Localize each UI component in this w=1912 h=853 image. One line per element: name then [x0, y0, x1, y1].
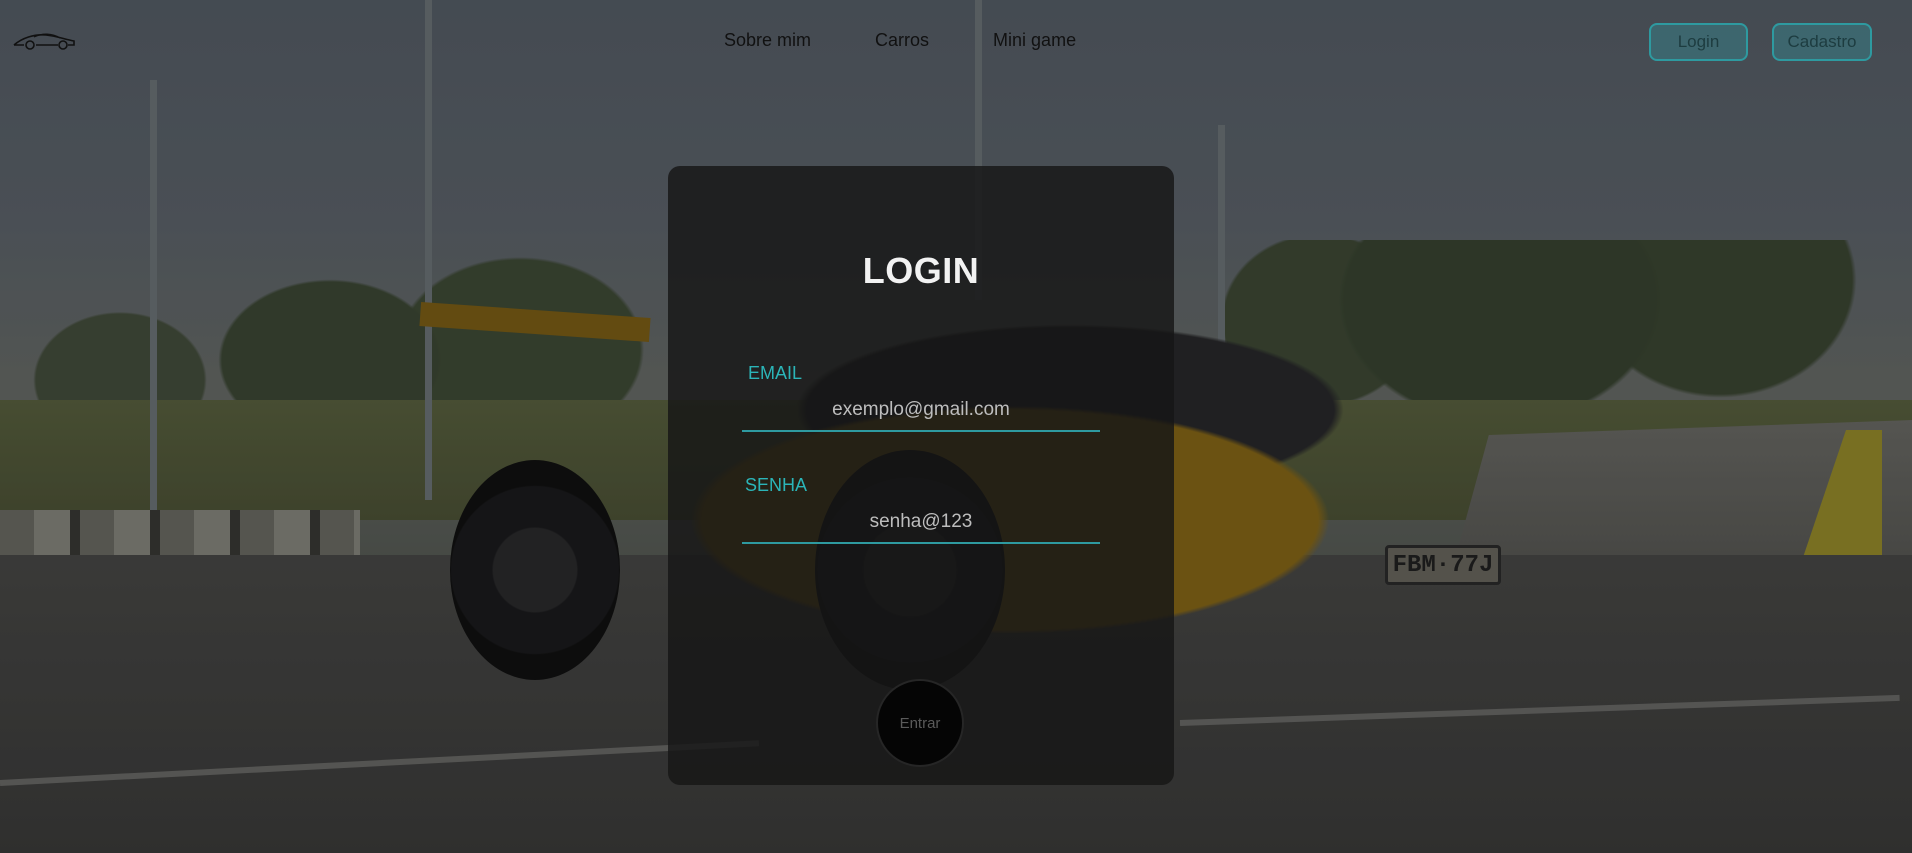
sports-car-logo-icon[interactable]	[12, 28, 78, 52]
main-menu: Sobre mim Carros Mini game	[724, 30, 1076, 51]
password-field[interactable]	[742, 502, 1100, 544]
login-button[interactable]: Login	[1649, 23, 1748, 61]
entrar-button[interactable]: Entrar	[876, 679, 964, 767]
nav-link-sobre-mim[interactable]: Sobre mim	[724, 30, 811, 51]
email-label: EMAIL	[748, 363, 803, 383]
login-card: LOGIN EMAIL SENHA Entrar	[668, 166, 1174, 785]
password-label: SENHA	[745, 475, 808, 495]
password-field-wrapper	[742, 502, 1100, 544]
navbar: Sobre mim Carros Mini game Login Cadastr…	[0, 0, 1912, 84]
login-title: LOGIN	[862, 250, 980, 291]
nav-link-mini-game[interactable]: Mini game	[993, 30, 1076, 51]
email-field[interactable]	[742, 390, 1100, 432]
cadastro-button[interactable]: Cadastro	[1772, 23, 1872, 61]
email-field-wrapper	[742, 390, 1100, 432]
nav-link-carros[interactable]: Carros	[875, 30, 929, 51]
